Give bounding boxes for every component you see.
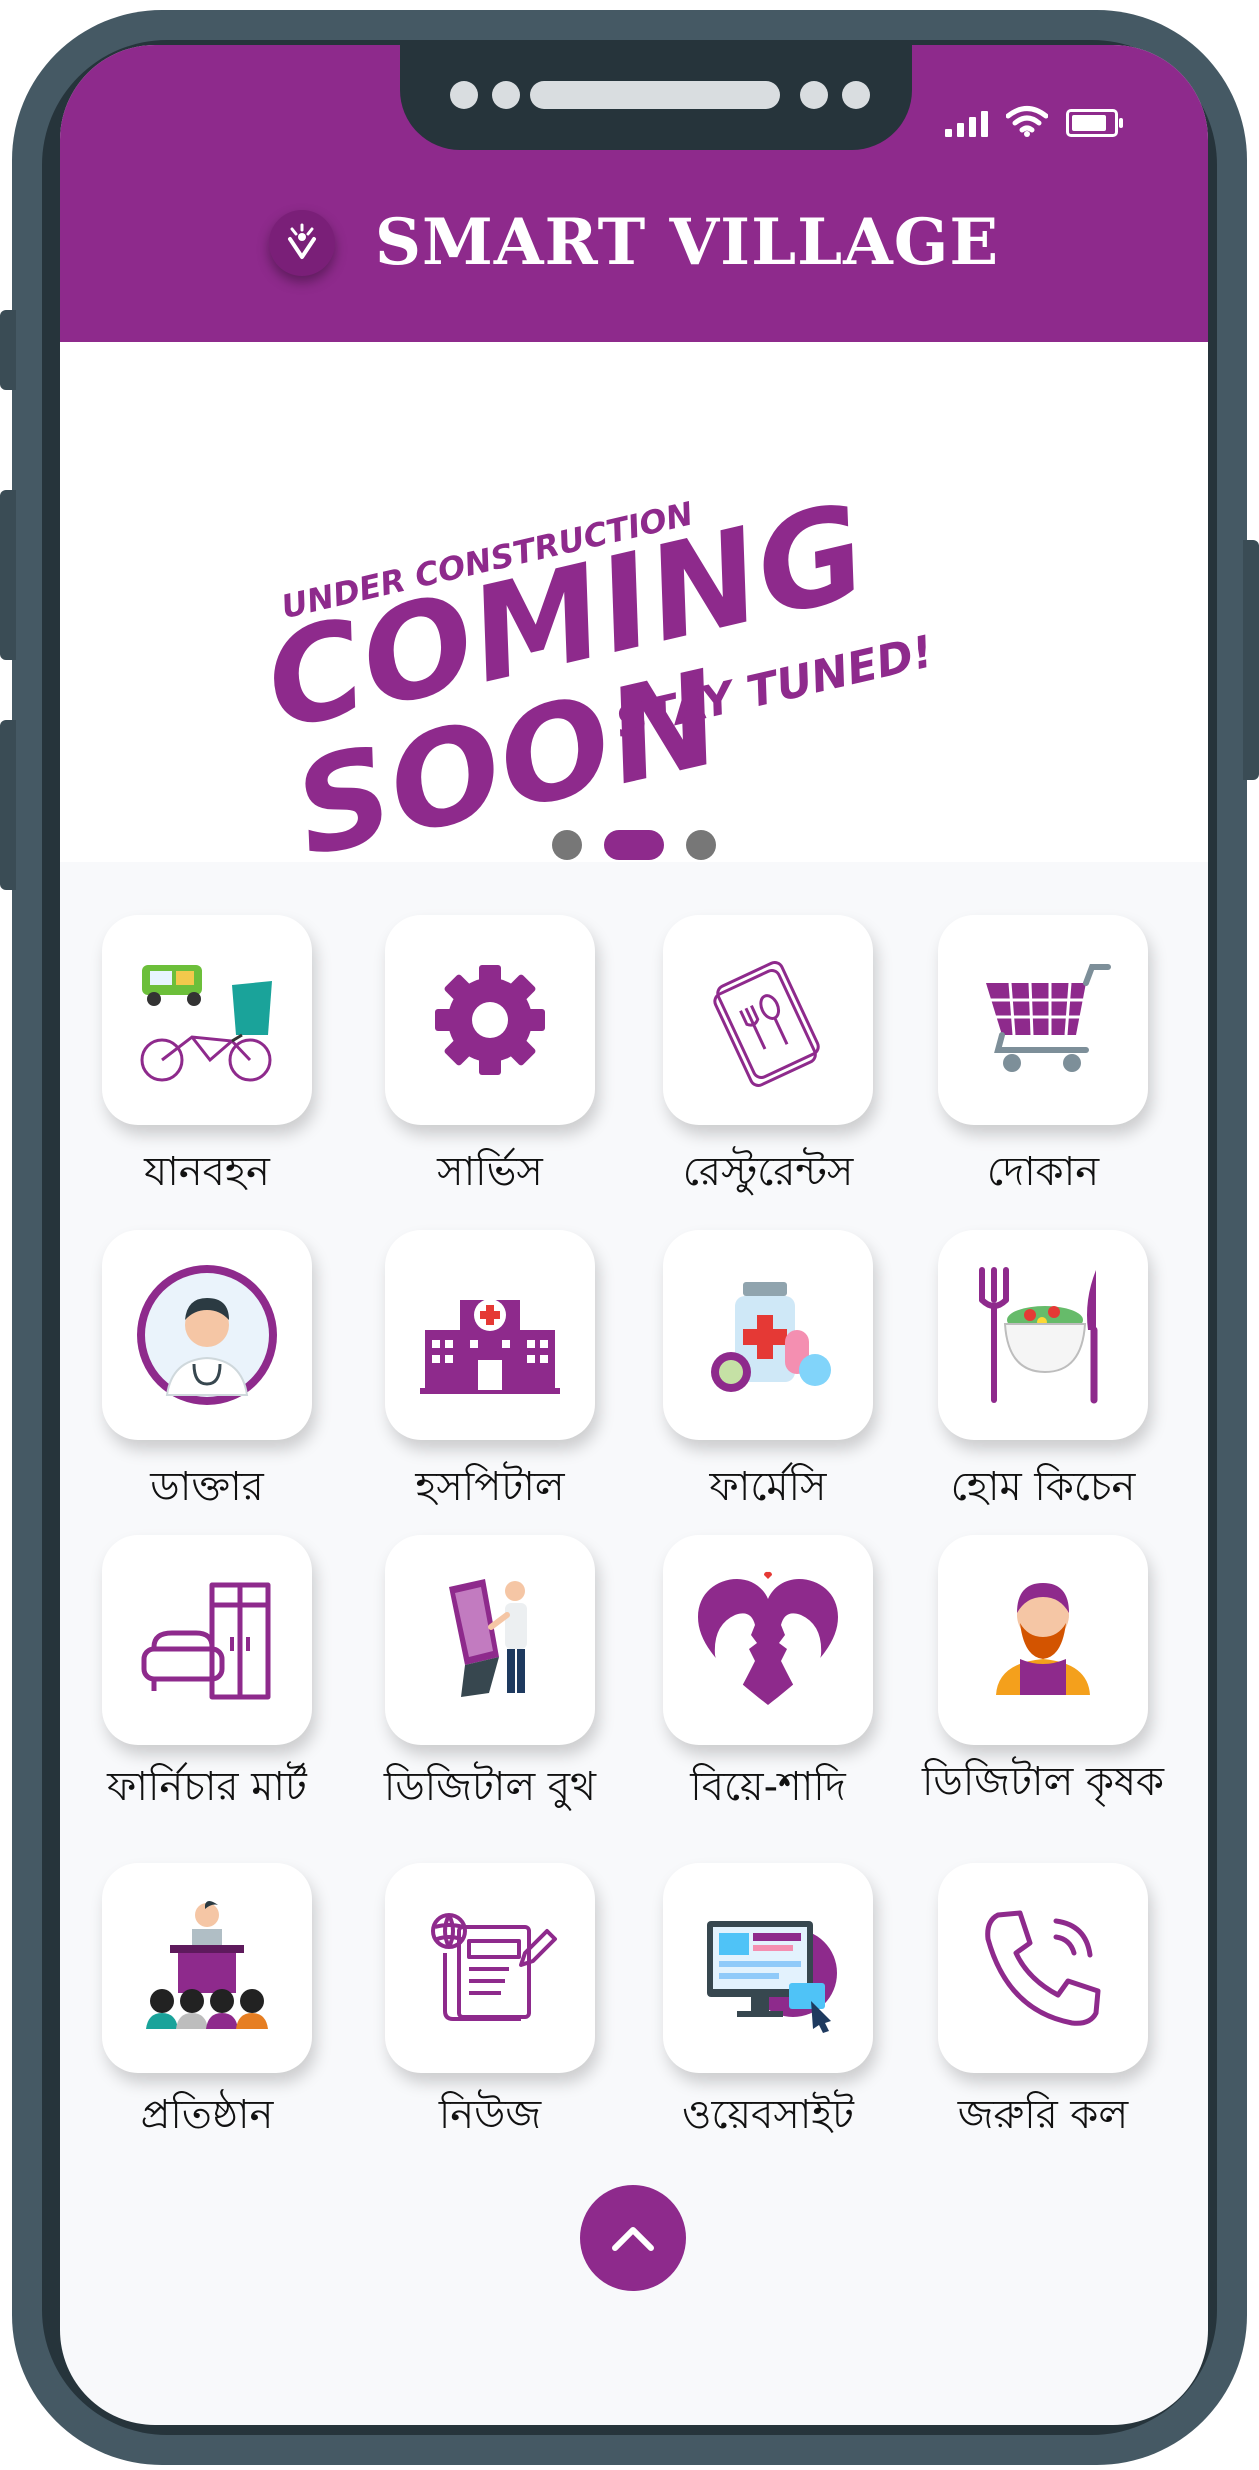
service-tile-doctor[interactable] xyxy=(102,1230,312,1440)
sensor-dot xyxy=(450,81,478,109)
scroll-to-top-button[interactable] xyxy=(580,2185,686,2291)
service-label: প্রতিষ্ঠান xyxy=(140,2092,274,2138)
banner-text: UNDER CONSTRUCTION COMING SOON STAY TUNE… xyxy=(245,394,1116,890)
phone-call-icon xyxy=(985,1910,1101,2026)
battery-icon xyxy=(1066,109,1123,137)
hospital-icon xyxy=(420,1299,560,1394)
power-button xyxy=(1243,540,1259,780)
service-tile-restaurants[interactable] xyxy=(663,915,873,1125)
service-label: ফার্নিচার মার্ট xyxy=(107,1764,307,1810)
gear-icon xyxy=(435,965,545,1075)
service-label: ফার্মেসি xyxy=(709,1464,827,1510)
pager-dot[interactable] xyxy=(686,830,716,860)
service-tile-digital-farmer[interactable] xyxy=(938,1535,1148,1745)
rickshaw-icon xyxy=(140,965,272,1082)
app-title: SMART VILLAGE xyxy=(374,205,1000,280)
camera-dot xyxy=(800,81,828,109)
notch xyxy=(400,45,912,150)
service-tile-news[interactable] xyxy=(385,1863,595,2073)
promo-banner[interactable]: UNDER CONSTRUCTION COMING SOON STAY TUNE… xyxy=(60,342,1208,886)
service-tile-digital-booth[interactable] xyxy=(385,1535,595,1745)
chevron-up-icon xyxy=(612,2227,654,2251)
salad-bowl-icon xyxy=(979,1267,1098,1404)
service-tile-furniture[interactable] xyxy=(102,1535,312,1745)
sensor-dot xyxy=(842,81,870,109)
service-label: ওয়েবসাইট xyxy=(682,2092,854,2138)
speaker-grille xyxy=(530,81,780,109)
service-label: দোকান xyxy=(986,1149,1100,1195)
service-label: হসপিটাল xyxy=(415,1464,565,1510)
service-tile-transport[interactable] xyxy=(102,915,312,1125)
digital-booth-icon xyxy=(449,1579,527,1697)
phone-screen: SMART VILLAGE UNDER CONSTRUCTION COMING … xyxy=(60,45,1208,2425)
service-label: যানবহন xyxy=(144,1149,270,1195)
service-tile-wedding[interactable] xyxy=(663,1535,873,1745)
brand-bar: SMART VILLAGE xyxy=(60,205,1208,280)
service-tile-emergency-call[interactable] xyxy=(938,1863,1148,2073)
service-tile-shop[interactable] xyxy=(938,915,1148,1125)
institution-icon xyxy=(146,1901,268,2029)
service-label: জরুরি কল xyxy=(957,2092,1129,2138)
pager-dot[interactable] xyxy=(552,830,582,860)
service-tile-service[interactable] xyxy=(385,915,595,1125)
service-tile-home-kitchen[interactable] xyxy=(938,1230,1148,1440)
volume-down-button xyxy=(0,720,16,890)
sensor-dot xyxy=(492,81,520,109)
website-icon xyxy=(707,1921,837,2033)
service-label: ডিজিটাল কৃষক xyxy=(921,1759,1165,1805)
service-tile-institution[interactable] xyxy=(102,1863,312,2073)
service-label: হোম কিচেন xyxy=(950,1464,1136,1510)
pager-dot-active[interactable] xyxy=(604,830,664,860)
doctor-icon xyxy=(137,1265,277,1405)
service-label: বিয়ে-শাদি xyxy=(690,1764,846,1810)
service-label: সার্ভিস xyxy=(437,1149,543,1195)
carousel-pager xyxy=(60,830,1208,860)
service-label: রেস্টুরেন্টস xyxy=(682,1149,854,1195)
pharmacy-icon xyxy=(711,1282,831,1392)
wedding-heart-icon xyxy=(698,1571,838,1705)
volume-up-button xyxy=(0,490,16,660)
wifi-icon xyxy=(1006,106,1048,137)
shopping-cart-icon xyxy=(986,964,1111,1072)
service-label: ডিজিটাল বুথ xyxy=(383,1764,597,1810)
newspaper-icon xyxy=(431,1913,557,2021)
service-label: নিউজ xyxy=(438,2092,542,2138)
service-label: ডাক্তার xyxy=(150,1464,264,1510)
furniture-icon xyxy=(141,1582,271,1700)
app-logo-icon[interactable] xyxy=(268,209,335,276)
service-tile-pharmacy[interactable] xyxy=(663,1230,873,1440)
menu-book-icon xyxy=(713,961,820,1087)
status-bar xyxy=(945,105,1123,137)
service-tile-hospital[interactable] xyxy=(385,1230,595,1440)
service-tile-website[interactable] xyxy=(663,1863,873,2073)
app-header: SMART VILLAGE xyxy=(60,45,1208,342)
signal-icon xyxy=(945,107,988,137)
farmer-icon xyxy=(996,1583,1090,1695)
side-button xyxy=(0,310,16,390)
